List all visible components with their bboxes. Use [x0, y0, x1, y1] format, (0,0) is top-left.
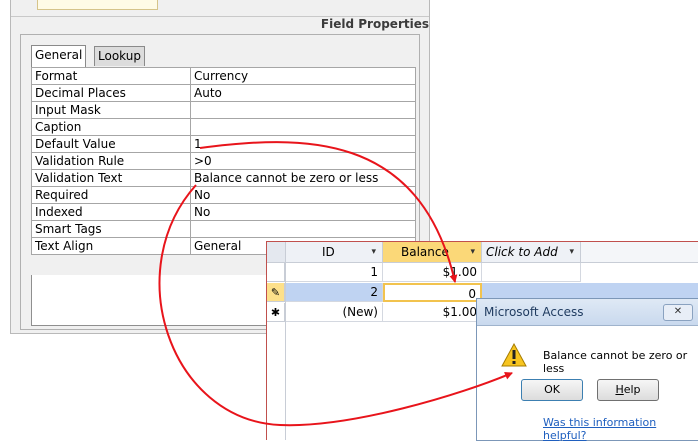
property-name: Default Value [31, 135, 191, 153]
cell-id[interactable]: 1 [286, 263, 383, 282]
title-divider [477, 325, 698, 326]
property-name: Caption [31, 118, 191, 136]
property-name: Validation Text [31, 169, 191, 187]
property-name: Decimal Places [31, 84, 191, 102]
dialog-title: Microsoft Access [484, 305, 584, 319]
column-header-id[interactable]: ID ▾ [286, 242, 383, 263]
feedback-link[interactable]: Was this information helpful? [543, 416, 698, 442]
property-row[interactable]: Smart Tags [31, 220, 416, 238]
close-button[interactable]: ✕ [663, 304, 693, 321]
property-row[interactable]: Required No [31, 186, 416, 204]
column-header-balance-label: Balance [401, 245, 449, 259]
close-icon: ✕ [673, 306, 683, 317]
new-record-icon: ✱ [270, 306, 281, 319]
property-name: Required [31, 186, 191, 204]
property-value[interactable]: >0 [190, 152, 416, 170]
tab-lookup[interactable]: Lookup [94, 46, 145, 66]
chevron-down-icon[interactable]: ▾ [569, 242, 574, 262]
row-selector[interactable] [267, 263, 285, 282]
dialog-message: Balance cannot be zero or less [543, 349, 688, 375]
property-row[interactable]: Caption [31, 118, 416, 136]
ok-button[interactable]: OK [521, 379, 583, 401]
property-grid: Format Currency Decimal Places Auto Input Ma… [31, 67, 416, 255]
field-properties-header: Field Properties [11, 16, 429, 35]
warning-icon [501, 343, 527, 367]
property-value[interactable]: 1 [190, 135, 416, 153]
dialog-titlebar: Microsoft Access ✕ [477, 299, 698, 325]
header-filler [581, 242, 698, 263]
property-row[interactable]: Decimal Places Auto [31, 84, 416, 102]
property-row[interactable]: Indexed No [31, 203, 416, 221]
help-button[interactable]: Help [597, 379, 659, 401]
chevron-down-icon[interactable]: ▾ [371, 242, 376, 262]
select-all-corner[interactable] [267, 242, 286, 263]
column-header-click-to-add-label: Click to Add [486, 245, 558, 259]
property-value[interactable] [190, 101, 416, 119]
design-grid-tab [37, 0, 158, 10]
selector-divider [285, 262, 286, 440]
cell-balance[interactable]: $1.00 [383, 303, 482, 322]
property-row[interactable]: Validation Text Balance cannot be zero or… [31, 169, 416, 187]
property-row[interactable]: Format Currency [31, 67, 416, 85]
property-row[interactable]: Validation Rule >0 [31, 152, 416, 170]
property-value[interactable]: Currency [190, 67, 416, 85]
property-value[interactable] [190, 118, 416, 136]
column-header-id-label: ID [322, 245, 335, 259]
row-selector[interactable]: ✎ [267, 283, 285, 302]
property-row[interactable]: Input Mask [31, 101, 416, 119]
help-button-label: Help [615, 383, 641, 396]
tab-general[interactable]: General [31, 45, 87, 67]
property-value[interactable]: Balance cannot be zero or less [190, 169, 416, 187]
property-name: Indexed [31, 203, 191, 221]
property-name: Validation Rule [31, 152, 191, 170]
cell-id[interactable]: 2 [286, 283, 383, 302]
cell-balance-active[interactable]: 0 [383, 283, 482, 302]
property-name: Input Mask [31, 101, 191, 119]
property-name: Smart Tags [31, 220, 191, 238]
property-name: Text Align [31, 237, 191, 255]
property-value[interactable]: No [190, 186, 416, 204]
cell-balance[interactable]: $1.00 [383, 263, 482, 282]
column-header-click-to-add[interactable]: Click to Add ▾ [482, 242, 581, 263]
row-selector[interactable]: ✱ [267, 303, 285, 322]
cell-click-to-add[interactable] [482, 263, 581, 282]
column-header-balance[interactable]: Balance ▾ [383, 242, 482, 263]
cell-id[interactable]: (New) [286, 303, 383, 322]
property-name: Format [31, 67, 191, 85]
field-properties-title: Field Properties [320, 17, 429, 31]
message-dialog: Microsoft Access ✕ Balance cannot be zer… [476, 298, 698, 442]
property-value[interactable] [190, 220, 416, 238]
chevron-down-icon[interactable]: ▾ [470, 242, 475, 262]
pencil-icon: ✎ [270, 286, 281, 299]
property-value[interactable]: Auto [190, 84, 416, 102]
property-row[interactable]: Default Value 1 [31, 135, 416, 153]
property-value[interactable]: No [190, 203, 416, 221]
